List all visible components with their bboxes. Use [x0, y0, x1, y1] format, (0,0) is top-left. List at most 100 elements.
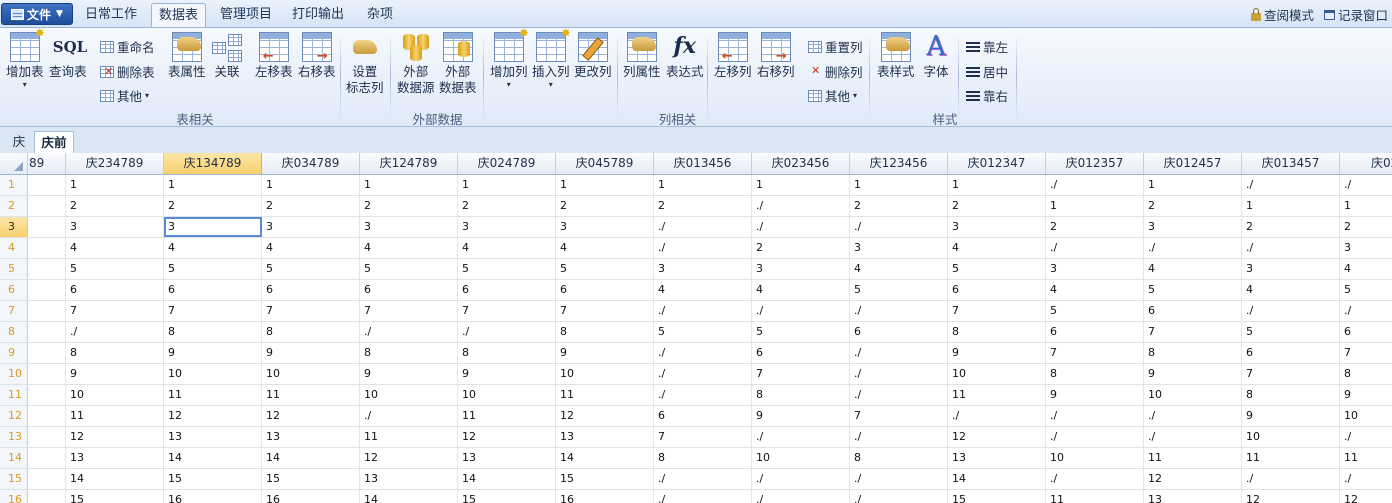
table-cell[interactable]: 3 — [1144, 217, 1242, 237]
table-cell[interactable]: 6 — [850, 322, 948, 342]
table-cell[interactable]: 3 — [1340, 238, 1392, 258]
table-cell[interactable]: 8 — [850, 448, 948, 468]
table-cell[interactable]: 10 — [556, 364, 654, 384]
set-flag-column-button[interactable]: 设置 标志列 — [346, 32, 384, 96]
table-cell[interactable] — [28, 490, 66, 503]
table-cell[interactable]: 8 — [66, 343, 164, 363]
add-table-button[interactable]: 增加表 ▾ — [6, 26, 45, 90]
table-cell[interactable]: 9 — [164, 343, 262, 363]
table-cell[interactable]: 11 — [948, 385, 1046, 405]
table-cell[interactable]: 9 — [458, 364, 556, 384]
table-style-button[interactable]: 表样式 — [877, 32, 915, 80]
table-cell[interactable]: 5 — [164, 259, 262, 279]
external-table-button[interactable]: 外部 数据表 — [439, 32, 477, 96]
table-cell[interactable]: 13 — [66, 448, 164, 468]
table-cell[interactable]: 2 — [1144, 196, 1242, 216]
table-cell[interactable]: 11 — [262, 385, 360, 405]
table-cell[interactable]: 11 — [556, 385, 654, 405]
table-cell[interactable]: 7 — [1340, 343, 1392, 363]
table-cell[interactable]: ./ — [1046, 238, 1144, 258]
column-header[interactable]: 庆134789 — [164, 153, 262, 174]
expression-button[interactable]: fx 表达式 — [666, 32, 704, 80]
table-cell[interactable]: 10 — [164, 364, 262, 384]
table-cell[interactable]: 6 — [948, 280, 1046, 300]
column-header[interactable]: 庆124789 — [360, 153, 458, 174]
table-cell[interactable]: 7 — [66, 301, 164, 321]
table-cell[interactable]: 11 — [66, 406, 164, 426]
row-number[interactable]: 10 — [0, 364, 28, 384]
table-cell[interactable]: 11 — [164, 385, 262, 405]
table-cell[interactable]: ./ — [654, 490, 752, 503]
table-cell[interactable]: ./ — [1046, 175, 1144, 195]
table-cell[interactable]: ./ — [752, 490, 850, 503]
table-cell[interactable]: 15 — [556, 469, 654, 489]
table-cell[interactable]: 2 — [458, 196, 556, 216]
table-cell[interactable]: ./ — [850, 427, 948, 447]
table-cell[interactable]: 7 — [850, 406, 948, 426]
rename-table-button[interactable]: 重命名 — [100, 37, 155, 56]
table-cell[interactable]: 7 — [262, 301, 360, 321]
table-cell[interactable]: ./ — [654, 343, 752, 363]
table-cell[interactable]: 2 — [948, 196, 1046, 216]
table-cell[interactable]: 5 — [1144, 280, 1242, 300]
align-left-button[interactable]: 靠左 — [966, 37, 1008, 56]
column-header[interactable]: 庆234789 — [66, 153, 164, 174]
table-cell[interactable]: ./ — [1046, 469, 1144, 489]
table-cell[interactable]: 14 — [458, 469, 556, 489]
table-cell[interactable]: 5 — [1242, 322, 1340, 342]
table-cell[interactable]: 2 — [164, 196, 262, 216]
table-cell[interactable]: ./ — [654, 238, 752, 258]
align-right-button[interactable]: 靠右 — [966, 86, 1008, 105]
table-cell[interactable]: ./ — [1242, 301, 1340, 321]
table-cell[interactable]: ./ — [850, 217, 948, 237]
table-cell[interactable]: ./ — [360, 406, 458, 426]
query-mode-button[interactable]: 查阅模式 — [1251, 5, 1314, 24]
table-cell[interactable]: ./ — [1046, 406, 1144, 426]
delete-column-button[interactable]: 删除列 — [808, 62, 863, 81]
table-cell[interactable]: ./ — [1242, 469, 1340, 489]
table-cell[interactable]: 8 — [1242, 385, 1340, 405]
sheet-tab-qingqian[interactable]: 庆前 — [34, 131, 74, 153]
table-other-dropdown[interactable]: 其他 ▾ — [100, 86, 149, 105]
table-cell[interactable]: 7 — [360, 301, 458, 321]
table-cell[interactable]: ./ — [1144, 406, 1242, 426]
relate-button[interactable]: 关联 — [212, 32, 242, 80]
table-cell[interactable]: 10 — [948, 364, 1046, 384]
column-header[interactable]: 庆012457 — [1144, 153, 1242, 174]
table-cell[interactable]: 9 — [948, 343, 1046, 363]
table-cell[interactable]: 10 — [1242, 427, 1340, 447]
table-cell[interactable]: 4 — [1144, 259, 1242, 279]
tab-daily-work[interactable]: 日常工作 — [80, 0, 142, 27]
table-cell[interactable]: 8 — [360, 343, 458, 363]
table-cell[interactable]: 2 — [66, 196, 164, 216]
column-header[interactable]: 庆012347 — [948, 153, 1046, 174]
column-header[interactable]: 庆013456 — [654, 153, 752, 174]
table-cell[interactable]: 9 — [1144, 364, 1242, 384]
table-cell[interactable]: ./ — [850, 364, 948, 384]
table-cell[interactable]: 15 — [66, 490, 164, 503]
table-cell[interactable]: 3 — [948, 217, 1046, 237]
table-cell[interactable]: 3 — [654, 259, 752, 279]
table-cell[interactable]: 15 — [948, 490, 1046, 503]
table-cell[interactable]: 16 — [164, 490, 262, 503]
table-cell[interactable]: ./ — [1242, 175, 1340, 195]
table-cell[interactable]: 4 — [164, 238, 262, 258]
row-number[interactable]: 7 — [0, 301, 28, 321]
table-cell[interactable]: 5 — [360, 259, 458, 279]
table-cell[interactable] — [28, 238, 66, 258]
table-cell[interactable]: ./ — [1340, 427, 1392, 447]
select-all-corner[interactable] — [0, 153, 28, 174]
table-cell[interactable]: 11 — [1242, 448, 1340, 468]
table-cell[interactable]: ./ — [752, 217, 850, 237]
table-cell[interactable]: 5 — [458, 259, 556, 279]
row-number[interactable]: 3 — [0, 217, 28, 237]
table-cell[interactable]: 5 — [1046, 301, 1144, 321]
table-cell[interactable]: 5 — [948, 259, 1046, 279]
table-cell[interactable]: 4 — [948, 238, 1046, 258]
table-cell[interactable]: 3 — [850, 238, 948, 258]
table-cell[interactable]: 10 — [1046, 448, 1144, 468]
table-cell[interactable]: 12 — [360, 448, 458, 468]
table-cell[interactable]: 1 — [654, 175, 752, 195]
table-cell[interactable]: ./ — [752, 427, 850, 447]
table-cell[interactable]: 16 — [556, 490, 654, 503]
